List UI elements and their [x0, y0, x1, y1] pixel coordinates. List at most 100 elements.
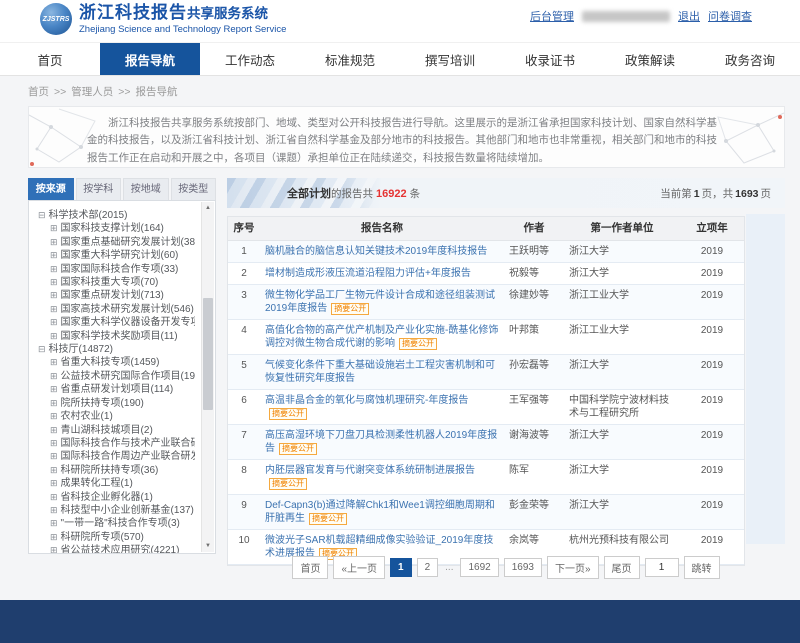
expand-icon[interactable]: ⊞ — [50, 317, 58, 327]
pagination-prev-button[interactable]: «上一页 — [333, 556, 385, 579]
tree-node[interactable]: ⊞成果转化工程(1) — [38, 477, 195, 490]
report-title-link[interactable]: 高值化合物的高产优产机制及产业化实施-酰基化修饰调控对微生物合成代谢的影响 — [265, 325, 498, 349]
expand-icon[interactable]: ⊞ — [50, 532, 58, 542]
survey-link[interactable]: 问卷调查 — [708, 8, 752, 24]
page-jump-input[interactable] — [645, 558, 679, 577]
pagination-next-button[interactable]: 下一页» — [547, 556, 599, 579]
scrollbar-thumb[interactable] — [203, 298, 213, 410]
table-row: 7 高压高湿环境下刀盘刀具检测柔性机器人2019年度报告摘要公开 谢海波等 浙江… — [228, 425, 744, 460]
tree-node-root[interactable]: ⊟科技厅(14872) — [38, 343, 195, 356]
expand-icon[interactable]: ⊞ — [50, 425, 58, 435]
tree-node[interactable]: ⊞国际科技合作与技术产业联合研发(2) — [38, 437, 195, 450]
expand-icon[interactable]: ⊞ — [50, 371, 58, 381]
expand-icon[interactable]: ⊞ — [50, 357, 58, 367]
collapse-icon[interactable]: ⊟ — [38, 210, 46, 220]
expand-icon[interactable]: ⊞ — [50, 492, 58, 502]
admin-link[interactable]: 后台管理 — [530, 8, 574, 24]
expand-icon[interactable]: ⊞ — [50, 264, 58, 274]
report-title-link[interactable]: 高温非晶合金的氧化与腐蚀机理研究-年度报告 — [265, 395, 468, 406]
pagination-page-1692[interactable]: 1692 — [460, 558, 498, 577]
nav-item-report-navigation[interactable]: 报告导航 — [100, 43, 200, 75]
expand-icon[interactable]: ⊞ — [50, 545, 58, 554]
collapse-icon[interactable]: ⊟ — [38, 344, 46, 354]
nav-item-writing-training[interactable]: 撰写培训 — [400, 43, 500, 75]
tree-node[interactable]: ⊞国家重大科学仪器设备开发专项(31) — [38, 316, 195, 329]
logout-link[interactable]: 退出 — [678, 8, 700, 24]
nav-item-work-news[interactable]: 工作动态 — [200, 43, 300, 75]
tree-node[interactable]: ⊞科技型中小企业创新基金(137) — [38, 504, 195, 517]
table-row: 6 高温非晶合金的氧化与腐蚀机理研究-年度报告摘要公开 王军强等 中国科学院宁波… — [228, 390, 744, 425]
expand-icon[interactable]: ⊞ — [50, 237, 58, 247]
expand-icon[interactable]: ⊞ — [50, 518, 58, 528]
tree-node[interactable]: ⊞国家科学技术奖励项目(11) — [38, 330, 195, 343]
tree-node[interactable]: ⊞国家重点研发计划(713) — [38, 289, 195, 302]
reports-table: 序号 报告名称 作者 第一作者单位 立项年 1 脑机融合的脑信息认知关键技术20… — [227, 216, 745, 566]
report-title-link[interactable]: 微生物化学品工厂生物元件设计合成和途径组装测试2019年度报告 — [265, 290, 495, 314]
table-row: 1 脑机融合的脑信息认知关键技术2019年度科技报告 王跃明等 浙江大学 201… — [228, 241, 744, 263]
expand-icon[interactable]: ⊞ — [50, 465, 58, 475]
expand-icon[interactable]: ⊞ — [50, 478, 58, 488]
pagination-first-button[interactable]: 首页 — [292, 556, 328, 579]
tree-node[interactable]: ⊞国际科技合作周边产业联合研发(3) — [38, 450, 195, 463]
page-jump-button[interactable]: 跳转 — [684, 556, 720, 579]
report-title-link[interactable]: Def-Capn3(b)通过降解Chk1和Wee1调控细胞周期和肝脏再生 — [265, 500, 495, 524]
tree-node[interactable]: ⊞省重点研发计划项目(114) — [38, 383, 195, 396]
expand-icon[interactable]: ⊞ — [50, 277, 58, 287]
expand-icon[interactable]: ⊞ — [50, 290, 58, 300]
tree-node[interactable]: ⊞国家高技术研究发展计划(546) — [38, 303, 195, 316]
report-title-link[interactable]: 气候变化条件下重大基础设施岩土工程灾害机制和可恢复性研究年度报告 — [265, 360, 495, 384]
tree-node-root[interactable]: ⊟科学技术部(2015) — [38, 209, 195, 222]
expand-icon[interactable]: ⊞ — [50, 384, 58, 394]
tree-node[interactable]: ⊞国家重大科学研究计划(60) — [38, 249, 195, 262]
nav-item-home[interactable]: 首页 — [0, 43, 100, 75]
tab-by-source[interactable]: 按来源 — [28, 178, 74, 200]
expand-icon[interactable]: ⊞ — [50, 505, 58, 515]
tree-node[interactable]: ⊞院所扶持专项(190) — [38, 397, 195, 410]
nav-item-policy[interactable]: 政策解读 — [600, 43, 700, 75]
result-count: 16922 — [376, 188, 407, 200]
expand-icon[interactable]: ⊞ — [50, 223, 58, 233]
tree-node[interactable]: ⊞省公益技术应用研究(4221) — [38, 544, 195, 554]
pagination-last-button[interactable]: 尾页 — [604, 556, 640, 579]
expand-icon[interactable]: ⊞ — [50, 304, 58, 314]
pagination-page-2[interactable]: 2 — [417, 558, 439, 577]
tree-node[interactable]: ⊞省科技企业孵化器(1) — [38, 491, 195, 504]
tree-node[interactable]: ⊞农村农业(1) — [38, 410, 195, 423]
expand-icon[interactable]: ⊞ — [50, 411, 58, 421]
breadcrumb: 首页>>管理人员>>报告导航 — [28, 84, 178, 99]
nav-item-certificates[interactable]: 收录证书 — [500, 43, 600, 75]
report-title-link[interactable]: 内胚层器官发育与代谢突变体系统研制进展报告 — [265, 465, 475, 476]
tree-node[interactable]: ⊞国家科技支撑计划(164) — [38, 222, 195, 235]
scroll-down-icon[interactable]: ▼ — [202, 540, 214, 552]
tree-node[interactable]: ⊞"一带一路"科技合作专项(3) — [38, 517, 195, 530]
expand-icon[interactable]: ⊞ — [50, 438, 58, 448]
tree-node[interactable]: ⊞国家科技重大专项(70) — [38, 276, 195, 289]
site-title: 浙江科技报告共享服务系统 — [79, 3, 286, 23]
table-header: 序号 报告名称 作者 第一作者单位 立项年 — [228, 217, 744, 241]
tab-by-type[interactable]: 按类型 — [171, 178, 217, 200]
tree-node[interactable]: ⊞公益技术研究国际合作项目(19) — [38, 370, 195, 383]
tree-scrollbar[interactable]: ▲ ▼ — [201, 202, 214, 552]
pagination-page-1[interactable]: 1 — [390, 558, 412, 577]
tab-by-subject[interactable]: 按学科 — [76, 178, 122, 200]
expand-icon[interactable]: ⊞ — [50, 398, 58, 408]
expand-icon[interactable]: ⊞ — [50, 451, 58, 461]
tree-node[interactable]: ⊞国家国际科技合作专项(33) — [38, 263, 195, 276]
tree-node[interactable]: ⊞科研院所专项(570) — [38, 531, 195, 544]
expand-icon[interactable]: ⊞ — [50, 250, 58, 260]
nav-item-standards[interactable]: 标准规范 — [300, 43, 400, 75]
tree-node[interactable]: ⊞科研院所扶持专项(36) — [38, 464, 195, 477]
breadcrumb-admin[interactable]: 管理人员 — [71, 86, 113, 98]
report-title-link[interactable]: 增材制造成形液压流道沿程阻力评估+年度报告 — [265, 268, 471, 279]
report-title-link[interactable]: 脑机融合的脑信息认知关键技术2019年度科技报告 — [265, 246, 487, 257]
tree-node[interactable]: ⊞青山湖科技城项目(2) — [38, 424, 195, 437]
breadcrumb-separator: >> — [118, 86, 130, 98]
tree-node[interactable]: ⊞省重大科技专项(1459) — [38, 356, 195, 369]
pagination-page-1693[interactable]: 1693 — [504, 558, 542, 577]
nav-item-consult[interactable]: 政务咨询 — [700, 43, 800, 75]
expand-icon[interactable]: ⊞ — [50, 331, 58, 341]
scroll-up-icon[interactable]: ▲ — [202, 202, 214, 214]
tree-node[interactable]: ⊞国家重点基础研究发展计划(387) — [38, 236, 195, 249]
breadcrumb-home[interactable]: 首页 — [28, 86, 49, 98]
tab-by-region[interactable]: 按地域 — [123, 178, 169, 200]
